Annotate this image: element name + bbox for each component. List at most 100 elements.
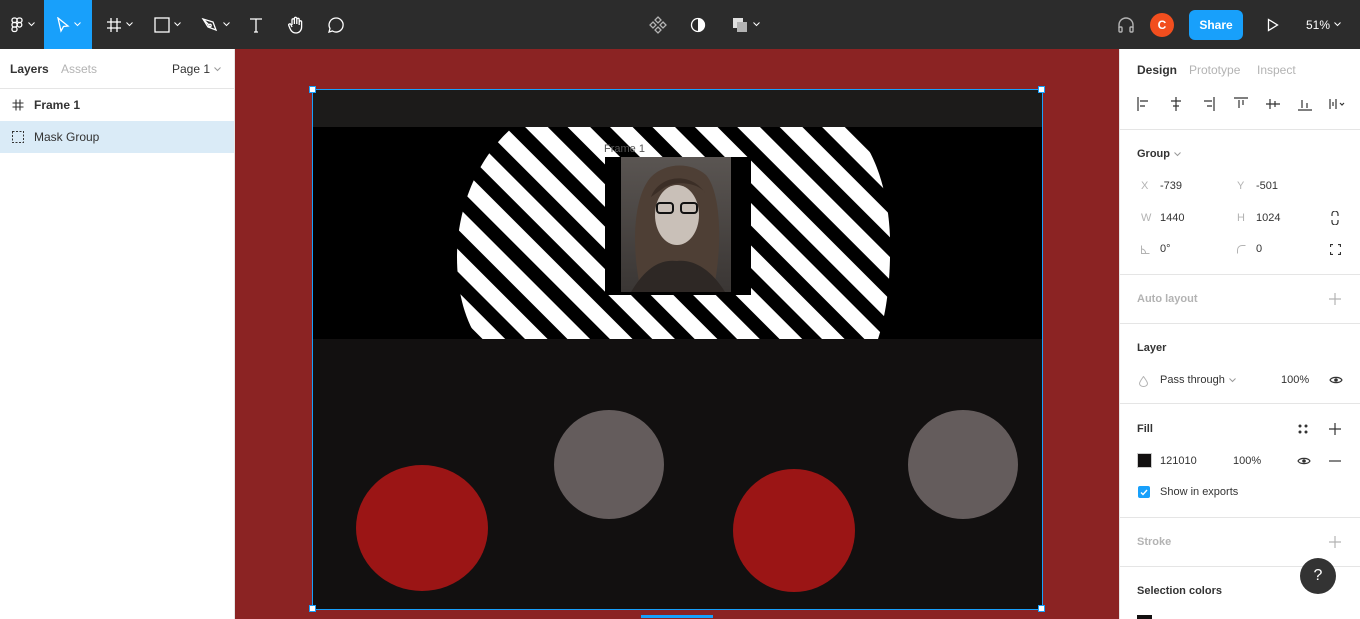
chevron-down-icon — [125, 22, 133, 27]
resize-handle-bottom-right[interactable] — [1038, 605, 1045, 612]
hand-icon — [288, 16, 303, 34]
boolean-icon — [732, 17, 747, 32]
components-icon — [649, 15, 667, 34]
plus-icon[interactable] — [1329, 293, 1341, 305]
gray-circle-center[interactable] — [554, 410, 664, 519]
left-panel-tabs: Layers Assets Page 1 — [0, 49, 234, 89]
properties-panel: Design Prototype Inspect Group X -739 Y … — [1119, 49, 1360, 619]
layer-section: Layer Pass through 100% — [1120, 324, 1360, 404]
w-label: W — [1141, 212, 1152, 224]
hero-section: Frame 1 — [313, 127, 1042, 339]
pen-tool-button[interactable] — [194, 0, 236, 49]
y-input[interactable]: -501 — [1256, 180, 1278, 192]
comment-icon — [328, 16, 344, 33]
chevron-down-icon — [214, 66, 221, 71]
alignment-icons[interactable] — [1137, 97, 1347, 111]
zoom-value: 51% — [1306, 17, 1331, 32]
layers-panel: Layers Assets Page 1 Frame 1 Mask Group — [0, 49, 235, 619]
tab-inspect[interactable]: Inspect — [1257, 63, 1296, 77]
comment-tool-button[interactable] — [320, 0, 352, 49]
chevron-down-icon — [73, 22, 81, 27]
page-selector[interactable]: Page 1 — [172, 62, 221, 76]
layer-name: Frame 1 — [34, 98, 81, 112]
rectangle-icon — [153, 16, 170, 33]
resize-handle-bottom-left[interactable] — [309, 605, 316, 612]
blend-mode-value: Pass through — [1160, 374, 1225, 386]
layer-item-mask-group[interactable]: Mask Group — [0, 121, 234, 153]
fill-hex-input[interactable]: 121010 — [1160, 455, 1197, 467]
selection-color-swatch[interactable] — [1137, 615, 1152, 619]
plus-icon[interactable] — [1329, 423, 1341, 435]
frame-label: Frame 1 — [604, 143, 645, 155]
components-button[interactable] — [642, 0, 674, 49]
share-button[interactable]: Share — [1189, 10, 1243, 40]
x-label: X — [1141, 180, 1149, 192]
red-circle-left[interactable] — [356, 465, 488, 591]
fill-color-swatch[interactable] — [1137, 453, 1152, 468]
frame-header-bar — [313, 90, 1042, 127]
hand-tool-button[interactable] — [280, 0, 312, 49]
layer-item-frame-1[interactable]: Frame 1 — [0, 89, 234, 121]
canvas-scrollbar[interactable] — [641, 615, 713, 618]
eye-icon[interactable] — [1297, 456, 1311, 466]
resize-handle-top-left[interactable] — [309, 86, 316, 93]
show-in-exports-checkbox[interactable] — [1138, 486, 1150, 498]
minus-icon[interactable] — [1329, 460, 1341, 462]
rotation-input[interactable]: 0° — [1160, 243, 1171, 255]
tab-assets[interactable]: Assets — [61, 62, 97, 76]
plus-icon[interactable] — [1329, 536, 1341, 548]
h-label: H — [1237, 212, 1245, 224]
mask-group-icon — [12, 131, 24, 143]
page-name: Page 1 — [172, 62, 211, 76]
boolean-button[interactable] — [722, 0, 768, 49]
group-section: Group X -739 Y -501 W 1440 H 1024 0° 0 — [1120, 130, 1360, 275]
fill-title: Fill — [1137, 423, 1153, 435]
layer-title: Layer — [1137, 342, 1167, 354]
headphones-icon — [1118, 16, 1134, 33]
zoom-control[interactable]: 51% — [1306, 0, 1341, 49]
style-grid-icon[interactable] — [1298, 424, 1308, 434]
figma-logo-icon — [10, 16, 23, 32]
blend-mode-select[interactable]: Pass through — [1160, 374, 1236, 386]
x-input[interactable]: -739 — [1160, 180, 1182, 192]
main-menu-button[interactable] — [0, 0, 44, 49]
group-title[interactable]: Group — [1137, 148, 1181, 160]
checkmark-icon — [1140, 489, 1148, 496]
independent-corners-icon[interactable] — [1330, 244, 1341, 255]
text-tool-button[interactable] — [240, 0, 272, 49]
eye-icon[interactable] — [1329, 375, 1343, 385]
frame-tool-button[interactable] — [98, 0, 140, 49]
help-button[interactable]: ? — [1300, 558, 1336, 594]
width-input[interactable]: 1440 — [1160, 212, 1184, 224]
toolbar: C Share 51% — [0, 0, 1360, 49]
layer-opacity-input[interactable]: 100% — [1281, 374, 1309, 386]
design-tabs-section: Design Prototype Inspect — [1120, 49, 1360, 130]
contrast-icon — [690, 17, 706, 32]
canvas[interactable]: Frame 1 — [235, 49, 1119, 619]
fill-section: Fill 121010 100% Show in exports — [1120, 404, 1360, 518]
layer-name: Mask Group — [34, 130, 100, 144]
selection-colors-title: Selection colors — [1137, 585, 1222, 597]
gray-circle-right[interactable] — [908, 410, 1018, 519]
move-tool-button[interactable] — [44, 0, 92, 49]
tab-layers[interactable]: Layers — [10, 62, 49, 76]
contrast-button[interactable] — [682, 0, 714, 49]
rectangle-tool-button[interactable] — [146, 0, 188, 49]
portrait-image — [631, 165, 725, 292]
chevron-down-icon — [222, 22, 230, 27]
frame-1[interactable]: Frame 1 — [313, 90, 1042, 609]
fill-opacity-input[interactable]: 100% — [1233, 455, 1261, 467]
corner-radius-icon — [1237, 245, 1246, 254]
present-button[interactable] — [1258, 0, 1288, 49]
tab-design[interactable]: Design — [1137, 63, 1177, 77]
corner-radius-input[interactable]: 0 — [1256, 243, 1262, 255]
resize-handle-top-right[interactable] — [1038, 86, 1045, 93]
chevron-down-icon — [1334, 22, 1341, 27]
tab-prototype[interactable]: Prototype — [1189, 63, 1240, 77]
red-circle-right[interactable] — [733, 469, 855, 592]
constrain-proportions-icon[interactable] — [1329, 211, 1341, 225]
chevron-down-icon — [752, 22, 760, 27]
audio-button[interactable] — [1110, 0, 1142, 49]
height-input[interactable]: 1024 — [1256, 212, 1280, 224]
avatar[interactable]: C — [1150, 13, 1174, 37]
